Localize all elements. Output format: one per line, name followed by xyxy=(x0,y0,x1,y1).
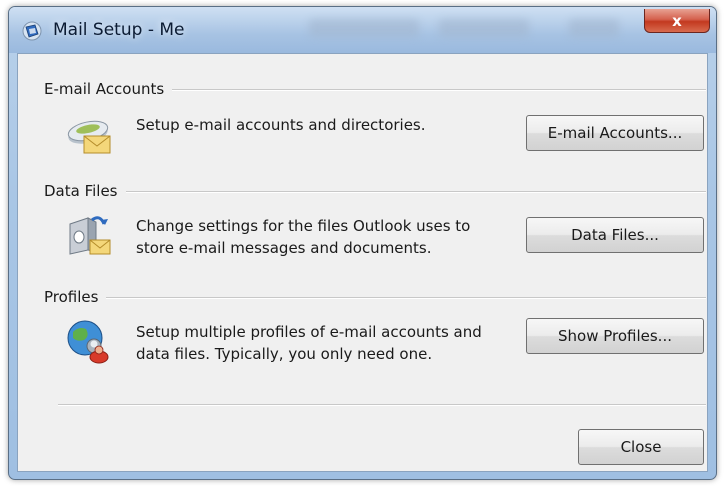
title-bar-blur xyxy=(569,19,619,37)
email-accounts-icon xyxy=(67,120,111,154)
group-title-profiles: Profiles xyxy=(44,288,107,306)
group-title-data-files: Data Files xyxy=(44,182,126,200)
window-title: Mail Setup - Me xyxy=(53,20,185,40)
close-button[interactable]: Close xyxy=(578,429,704,465)
mail-setup-window: Mail Setup - Me x E-mail Accounts Setup … xyxy=(8,6,717,480)
title-bar-blur xyxy=(309,19,419,37)
group-divider xyxy=(58,191,706,193)
data-files-description-line: store e-mail messages and documents. xyxy=(136,239,432,257)
profiles-icon xyxy=(67,320,109,364)
group-divider xyxy=(58,297,706,299)
group-title-email-accounts: E-mail Accounts xyxy=(44,80,173,98)
dialog-client-area: E-mail Accounts Setup e-mail accounts an… xyxy=(17,53,708,472)
mail-app-icon xyxy=(22,21,42,41)
title-bar-blur xyxy=(439,19,529,37)
title-bar[interactable]: Mail Setup - Me x xyxy=(9,7,716,53)
profiles-description: Setup multiple profiles of e-mail accoun… xyxy=(136,321,516,365)
profiles-description-line: Setup multiple profiles of e-mail accoun… xyxy=(136,323,482,341)
data-files-button[interactable]: Data Files... xyxy=(526,217,704,253)
close-icon: x xyxy=(672,11,682,30)
data-files-description-line: Change settings for the files Outlook us… xyxy=(136,217,471,235)
email-accounts-button[interactable]: E-mail Accounts... xyxy=(526,115,704,151)
window-close-button[interactable]: x xyxy=(644,9,710,33)
data-files-description: Change settings for the files Outlook us… xyxy=(136,215,516,259)
data-files-icon xyxy=(69,216,111,255)
email-accounts-description: Setup e-mail accounts and directories. xyxy=(136,116,426,134)
show-profiles-button[interactable]: Show Profiles... xyxy=(526,318,704,354)
footer-separator xyxy=(58,404,706,406)
profiles-description-line: data files. Typically, you only need one… xyxy=(136,345,433,363)
